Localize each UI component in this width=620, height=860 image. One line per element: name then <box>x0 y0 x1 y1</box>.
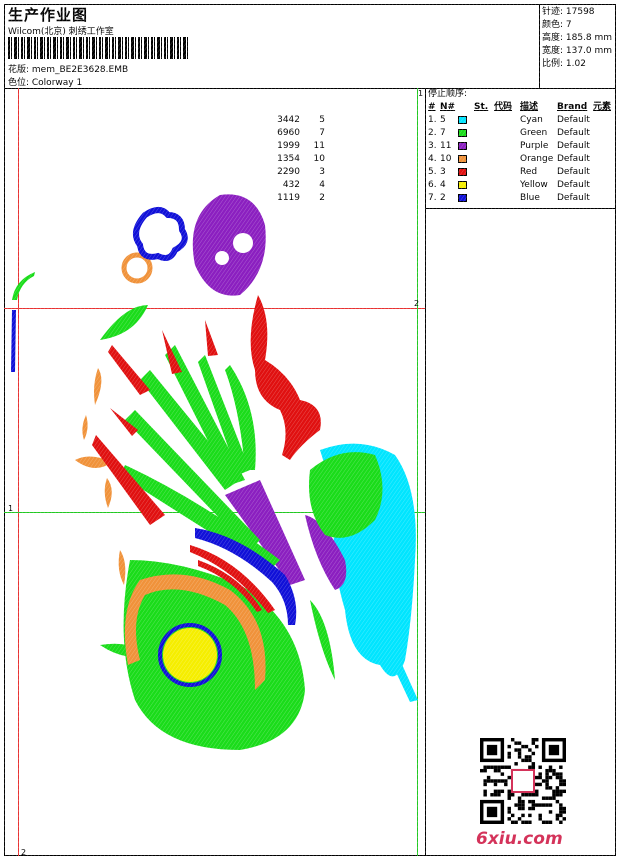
yellow-shape <box>163 628 217 682</box>
embroidery-design <box>0 0 620 860</box>
qr-code <box>480 738 566 824</box>
qr-logo-stamp <box>511 769 535 793</box>
site-watermark: 6xiu.com <box>476 829 563 849</box>
